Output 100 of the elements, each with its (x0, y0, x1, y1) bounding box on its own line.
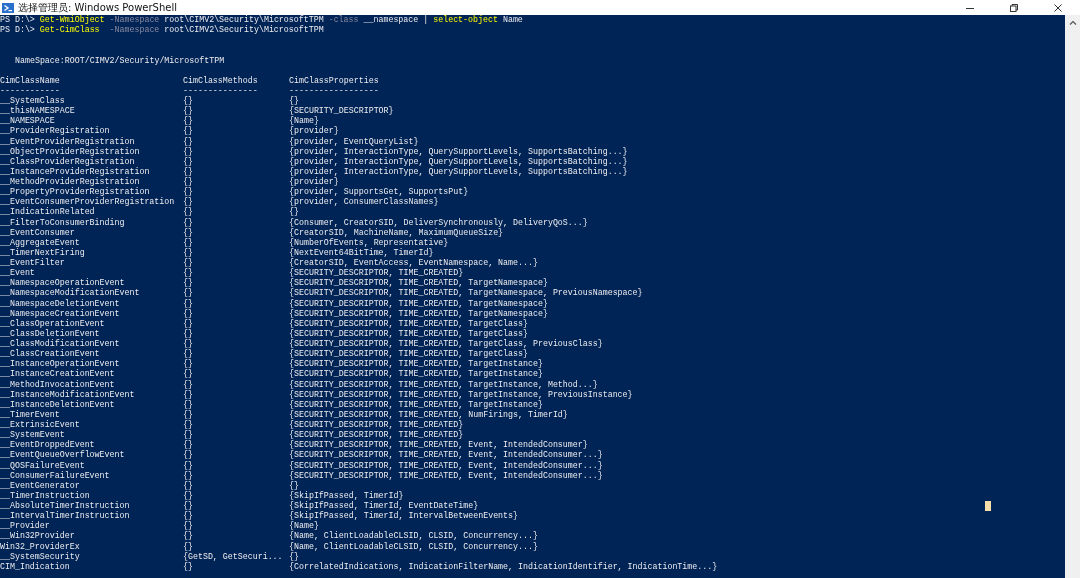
header-underline: ------------------ (289, 85, 379, 96)
table-cell-text: __InstanceOperationEvent (0, 359, 120, 369)
table-cell: __NamespaceCreationEvent (0, 308, 120, 319)
table-cell: {} (183, 531, 193, 542)
table-cell-text: {} (183, 96, 193, 106)
table-cell: __ConsumerFailureEvent (0, 470, 110, 481)
table-cell-text: __ClassModificationEvent (0, 339, 120, 349)
table-cell-text: __Provider (0, 521, 50, 531)
table-cell-text: __PropertyProviderRegistration (0, 187, 150, 197)
column-header: CimClassName (0, 75, 60, 86)
table-cell: {SECURITY_DESCRIPTOR, TIME_CREATED, Event, IntendedConsumer...} (289, 470, 603, 481)
table-cell-text: __NamespaceOperationEvent (0, 278, 125, 288)
table-cell-text: __AbsoluteTimerInstruction (0, 501, 130, 511)
table-cell-text: {SECURITY_DESCRIPTOR, TIME_CREATED, TargetInstance} (289, 359, 543, 369)
table-cell: {SECURITY_DESCRIPTOR, TIME_CREATED, TargetInstance} (289, 369, 543, 380)
table-cell: {GetSD, GetSecuri... (183, 551, 283, 562)
table-cell: {} (183, 247, 193, 258)
table-cell: __InstanceDeletionEvent (0, 399, 115, 410)
table-cell: {} (183, 126, 193, 137)
header-underline: --------------- (183, 85, 258, 96)
table-cell: {Name, ClientLoadableCLSID, CLSID, Concurrency...} (289, 541, 538, 552)
table-cell: __ClassProviderRegistration (0, 156, 135, 167)
table-cell-text: {SECURITY_DESCRIPTOR, TIME_CREATED} (289, 420, 464, 430)
table-cell: {Name, ClientLoadableCLSID, CLSID, Concurrency...} (289, 531, 538, 542)
table-cell: {} (183, 389, 193, 400)
table-cell-text: {} (183, 521, 193, 531)
table-cell-text: {provider} (289, 177, 339, 187)
table-cell: {} (183, 480, 193, 491)
header-underline: ------------ (0, 85, 60, 96)
table-cell: __TimerInstruction (0, 490, 90, 501)
table-cell: __FilterToConsumerBinding (0, 217, 125, 228)
table-cell: {SECURITY_DESCRIPTOR, TIME_CREATED, Event, IntendedConsumer...} (289, 460, 603, 471)
table-cell-text: {} (183, 116, 193, 126)
table-cell-text: {} (183, 278, 193, 288)
table-cell: {} (183, 399, 193, 410)
table-cell-text: {Name} (289, 116, 319, 126)
text-cursor (985, 501, 991, 511)
table-cell: __EventQueueOverflowEvent (0, 450, 125, 461)
table-cell-text: {} (183, 511, 193, 521)
table-cell: CIM_Indication (0, 561, 70, 572)
table-cell-text: {provider, ConsumerClassNames} (289, 197, 439, 207)
table-cell: __NamespaceDeletionEvent (0, 298, 120, 309)
table-cell: {} (183, 298, 193, 309)
column-header: CimClassMethods (183, 75, 258, 86)
table-cell-text: {Name} (289, 521, 319, 531)
table-cell: {} (289, 207, 299, 218)
table-cell: {SECURITY_DESCRIPTOR, TIME_CREATED, Event, IntendedConsumer...} (289, 450, 603, 461)
table-cell: {} (183, 288, 193, 299)
table-cell: {SECURITY_DESCRIPTOR, TIME_CREATED, TargetInstance, Method...} (289, 379, 598, 390)
table-cell: __InstanceProviderRegistration (0, 166, 150, 177)
table-cell-text: {} (289, 96, 299, 106)
table-cell: __QOSFailureEvent (0, 460, 85, 471)
table-cell: __Win32Provider (0, 531, 75, 542)
table-cell-text: __EventDroppedEvent (0, 440, 95, 450)
table-cell: __EventFilter (0, 258, 65, 269)
table-cell-text: {} (183, 359, 193, 369)
table-cell: {provider, InteractionType, QuerySupportLevels, SupportsBatching...} (289, 156, 628, 167)
table-cell-text: {SkipIfPassed, TimerId, IntervalBetweenEvents} (289, 511, 519, 521)
table-cell-text: {} (183, 197, 193, 207)
table-cell: {SECURITY_DESCRIPTOR, TIME_CREATED, NumFirings, TimerId} (289, 409, 568, 420)
window-title: 选择管理员: Windows PowerShell (18, 0, 177, 15)
table-cell: __EventConsumer (0, 227, 75, 238)
table-cell: {} (183, 460, 193, 471)
table-cell: {} (183, 227, 193, 238)
table-cell: {NumberOfEvents, Representative} (289, 237, 449, 248)
table-cell: {} (183, 146, 193, 157)
table-cell-text: __SystemClass (0, 96, 65, 106)
table-cell: {} (183, 217, 193, 228)
table-cell: {} (289, 480, 299, 491)
table-cell: {} (183, 166, 193, 177)
table-cell: {SECURITY_DESCRIPTOR, TIME_CREATED, TargetNamespace, PreviousNamespace} (289, 288, 643, 299)
table-cell: {} (183, 490, 193, 501)
table-cell: {provider, InteractionType, QuerySupportLevels, SupportsBatching...} (289, 166, 628, 177)
table-cell-text: {} (183, 187, 193, 197)
command-line: PS D:\> Get-WmiObject -Namespace root\CIMV2\Security\MicrosoftTPM -class __namespace | select-object Name (0, 15, 524, 25)
table-cell-text: __SystemEvent (0, 430, 65, 440)
table-cell: __ClassDeletionEvent (0, 328, 100, 339)
restore-icon (1009, 2, 1019, 13)
table-cell: {CreatorSID, MachineName, MaximumQueueSize} (289, 227, 504, 238)
table-cell: __EventProviderRegistration (0, 136, 135, 147)
scrollbar[interactable] (1065, 15, 1080, 578)
scroll-up-icon[interactable] (1067, 18, 1078, 28)
table-cell: {provider} (289, 126, 339, 137)
table-cell: {SECURITY_DESCRIPTOR, TIME_CREATED, TargetInstance, PreviousInstance} (289, 389, 633, 400)
table-cell: {SECURITY_DESCRIPTOR, TIME_CREATED, TargetClass} (289, 318, 528, 329)
table-cell: {} (183, 409, 193, 420)
table-cell-text: {} (183, 339, 193, 349)
table-cell: {SECURITY_DESCRIPTOR, TIME_CREATED, TargetClass} (289, 328, 528, 339)
table-cell: {} (183, 237, 193, 248)
table-cell-text: {} (183, 268, 193, 278)
table-cell: __AggregateEvent (0, 237, 80, 248)
table-cell: {} (183, 541, 193, 552)
table-cell: {} (183, 156, 193, 167)
table-cell-text: {SkipIfPassed, TimerId, EventDateTime} (289, 501, 479, 511)
table-cell-text: {CreatorSID, EventAccess, EventNamespace, Name...} (289, 258, 538, 268)
table-cell: {NextEvent64BitTime, TimerId} (289, 247, 434, 258)
table-cell: {SECURITY_DESCRIPTOR, TIME_CREATED, TargetInstance} (289, 399, 543, 410)
table-cell: {Consumer, CreatorSID, DeliverSynchronously, DeliveryQoS...} (289, 217, 588, 228)
table-cell-text: {SECURITY_DESCRIPTOR} (289, 106, 394, 116)
table-cell-text: {SECURITY_DESCRIPTOR, TIME_CREATED} (289, 430, 464, 440)
